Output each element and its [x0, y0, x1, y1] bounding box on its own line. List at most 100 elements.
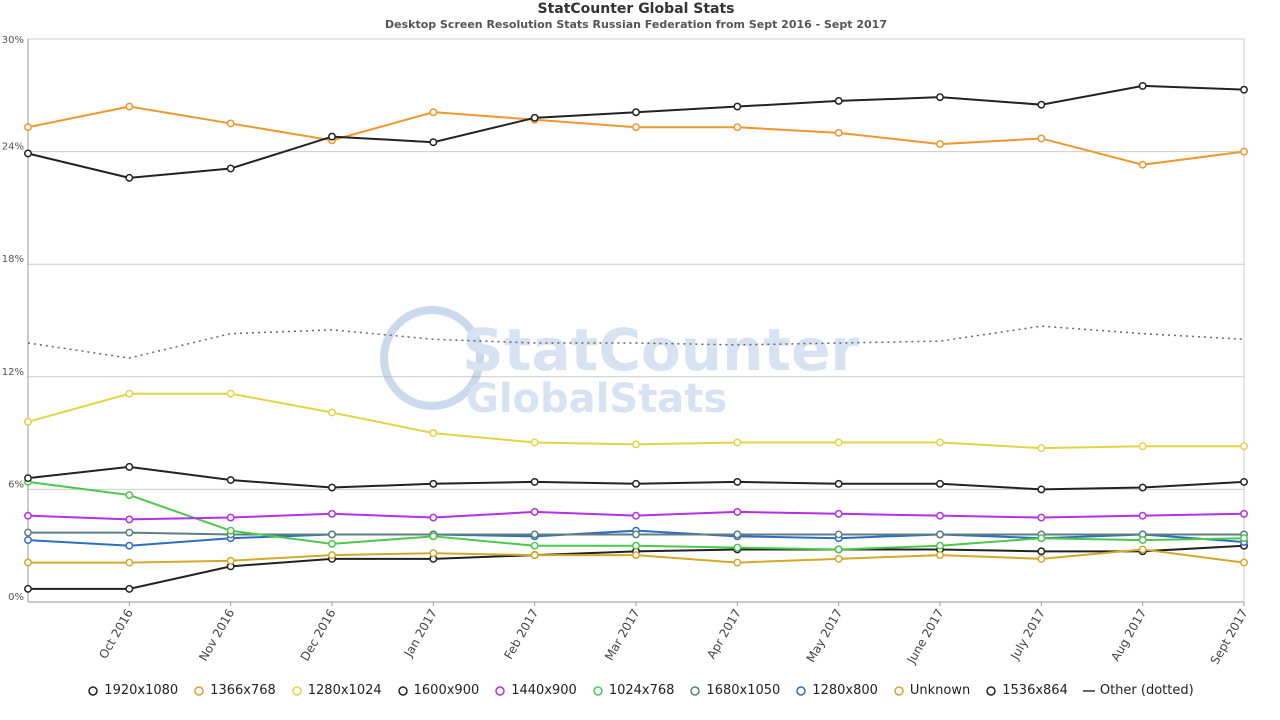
circle-marker-icon: [986, 685, 996, 696]
data-point: [1240, 534, 1248, 543]
legend-item[interactable]: 1536x864: [984, 683, 1068, 698]
legend-label: 1680x1050: [706, 683, 781, 698]
data-point: [1037, 444, 1046, 453]
legend-item[interactable]: 1600x900: [396, 683, 480, 698]
series-1600x900: [24, 462, 1248, 494]
legend-item[interactable]: 1024x768: [591, 683, 674, 698]
legend-item[interactable]: 1366x768: [192, 683, 276, 698]
x-tick-label: Sept 2017: [1208, 607, 1251, 667]
data-point: [1240, 442, 1248, 451]
data-point: [733, 477, 742, 486]
series-line: [27, 84, 1245, 179]
x-tick-label: June 2017: [904, 607, 947, 667]
series-1440x900: [24, 507, 1248, 524]
data-point: [125, 173, 134, 182]
legend-item[interactable]: Other (dotted): [1082, 683, 1194, 698]
data-point: [936, 93, 944, 102]
data-point: [530, 507, 539, 516]
data-point: [936, 438, 944, 447]
data-point: [1138, 160, 1147, 169]
y-tick-label: 24%: [2, 142, 24, 153]
data-point: [632, 479, 640, 488]
watermark-text: StatCounter: [462, 316, 859, 384]
data-point: [429, 479, 438, 488]
data-point: [125, 102, 134, 111]
data-point: [125, 528, 134, 537]
data-point: [1037, 554, 1046, 563]
data-point: [1037, 547, 1046, 556]
y-tick-label: 12%: [2, 367, 24, 378]
data-point: [632, 541, 640, 550]
data-point: [24, 528, 32, 537]
legend-item[interactable]: 1280x1024: [290, 683, 382, 698]
data-point: [24, 123, 32, 132]
data-point: [226, 526, 235, 535]
data-point: [632, 551, 640, 560]
legend-item[interactable]: 1920x1080: [86, 683, 178, 698]
data-point: [328, 551, 336, 560]
data-point: [530, 541, 539, 550]
x-tick-label: July 2017: [1007, 607, 1048, 663]
circle-marker-icon: [690, 685, 701, 696]
data-point: [733, 438, 742, 447]
x-tick-label: Oct 2016: [96, 607, 136, 662]
circle-marker-icon: [495, 685, 505, 696]
x-tick-label: Feb 2017: [501, 607, 541, 662]
legend-label: 1280x1024: [307, 683, 382, 698]
x-tick-label: Apr 2017: [704, 607, 744, 662]
data-point: [733, 543, 742, 552]
data-point: [328, 509, 336, 518]
data-point: [632, 511, 640, 520]
legend-item[interactable]: 1680x1050: [688, 683, 780, 698]
data-point: [834, 438, 843, 447]
series-1920x1080: [24, 81, 1248, 182]
data-point: [733, 102, 742, 111]
data-point: [429, 108, 438, 117]
y-tick-label: 0%: [8, 592, 24, 603]
data-point: [530, 113, 539, 122]
data-point: [1037, 134, 1046, 143]
data-point: [24, 417, 32, 426]
circle-marker-icon: [194, 685, 204, 696]
legend-label: 1536x864: [1002, 683, 1068, 698]
data-point: [1138, 483, 1147, 492]
legend-label: 1600x900: [413, 683, 480, 698]
data-point: [834, 96, 843, 105]
data-point: [125, 584, 134, 593]
watermark-text: GlobalStats: [466, 376, 727, 422]
data-point: [936, 530, 944, 539]
legend-item[interactable]: 1440x900: [493, 683, 577, 698]
data-point: [226, 476, 235, 484]
x-tick-label: Jan 2017: [401, 607, 440, 661]
data-point: [125, 515, 134, 524]
x-tick-label: Mar 2017: [602, 607, 643, 663]
legend-label: 1366x768: [210, 683, 276, 698]
data-point: [936, 140, 944, 149]
data-point: [24, 584, 32, 593]
data-point: [530, 551, 539, 560]
legend-item[interactable]: 1280x800: [794, 683, 878, 698]
circle-marker-icon: [796, 685, 807, 696]
x-tick-label: Nov 2016: [196, 607, 237, 664]
data-point: [632, 530, 640, 539]
data-point: [632, 123, 640, 132]
data-point: [1037, 485, 1046, 494]
data-point: [632, 108, 640, 117]
data-point: [834, 128, 843, 137]
data-point: [226, 513, 235, 522]
data-point: [125, 491, 134, 499]
data-point: [936, 541, 944, 550]
data-point: [1138, 442, 1147, 451]
x-tick-label: Dec 2016: [298, 607, 339, 664]
data-point: [936, 479, 944, 488]
data-point: [632, 440, 640, 449]
data-point: [328, 408, 336, 417]
legend-item[interactable]: Unknown: [892, 683, 970, 698]
data-point: [1240, 477, 1248, 486]
circle-marker-icon: [88, 685, 99, 696]
line-chart: 0% 6% 12% 18% 24% 30% StatCounterGlobalStats Oc…: [2, 35, 1251, 667]
data-point: [1138, 81, 1147, 90]
data-point: [226, 556, 235, 565]
data-point: [1037, 513, 1046, 522]
data-point: [733, 507, 742, 516]
